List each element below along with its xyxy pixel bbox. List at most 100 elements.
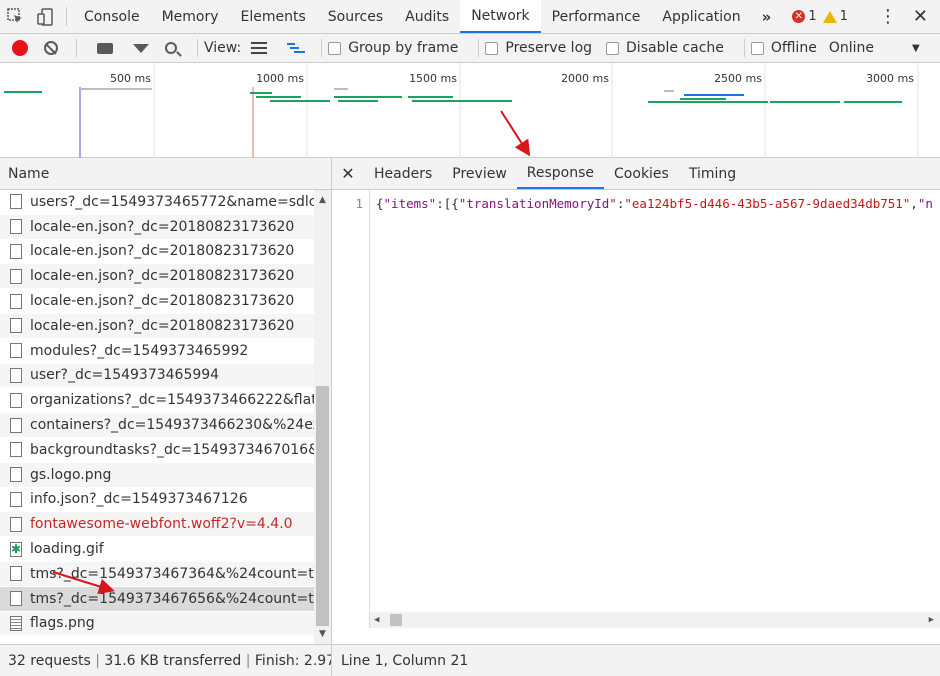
request-row[interactable]: flags.png	[0, 611, 314, 637]
request-name: fontawesome-webfont.woff2?v=4.4.0	[30, 516, 293, 533]
request-row[interactable]: locale-en.json?_dc=20180823173620	[0, 214, 314, 240]
tick-label: 1500 ms	[409, 72, 457, 85]
warning-counter[interactable]: 1	[822, 9, 848, 24]
response-line[interactable]: {"items":[{"translationMemoryId":"ea124b…	[376, 196, 940, 211]
request-row[interactable]: tms?_dc=1549373467364&%24count=true&%	[0, 561, 314, 587]
network-overview[interactable]: 500 ms 1000 ms 1500 ms 2000 ms 2500 ms 3…	[0, 63, 940, 158]
preserve-log-checkbox[interactable]: Preserve log	[485, 40, 592, 56]
disable-cache-checkbox[interactable]: Disable cache	[606, 40, 724, 56]
offline-checkbox[interactable]: Offline	[750, 40, 817, 56]
customize-menu-icon[interactable]: ⋮	[873, 6, 903, 27]
document-file-icon	[10, 392, 22, 408]
request-name: modules?_dc=1549373465992	[30, 342, 249, 359]
throttling-select[interactable]: Online ▼	[829, 40, 920, 56]
response-viewer[interactable]: 1 {"items":[{"translationMemoryId":"ea12…	[332, 190, 940, 628]
tick-label: 500 ms	[110, 72, 151, 85]
request-name: locale-en.json?_dc=20180823173620	[30, 243, 295, 260]
request-row[interactable]: locale-en.json?_dc=20180823173620	[0, 264, 314, 290]
checkbox-box[interactable]	[606, 41, 620, 55]
request-name: user?_dc=1549373465994	[30, 367, 220, 384]
detail-tab-bar: ✕ Headers Preview Response Cookies Timin…	[332, 158, 940, 190]
request-row[interactable]: organizations?_dc=1549373466222&flatten=…	[0, 388, 314, 414]
scrollbar-thumb[interactable]	[316, 386, 329, 626]
scroll-right-arrow-icon[interactable]: ▶	[929, 612, 934, 628]
request-row[interactable]: tms?_dc=1549373467656&%24count=true&%	[0, 586, 314, 612]
request-row[interactable]: modules?_dc=1549373465992	[0, 339, 314, 364]
tab-timing[interactable]: Timing	[679, 158, 746, 189]
request-name: loading.gif	[30, 541, 104, 558]
image-file-icon	[10, 615, 22, 631]
name-column-header[interactable]: Name	[0, 158, 331, 190]
inspect-element-icon[interactable]	[0, 0, 30, 33]
tab-memory[interactable]: Memory	[151, 0, 230, 33]
tab-application[interactable]: Application	[651, 0, 751, 33]
tab-sources[interactable]: Sources	[317, 0, 394, 33]
large-rows-icon[interactable]	[251, 42, 268, 54]
name-column-label: Name	[8, 165, 50, 182]
tab-console[interactable]: Console	[73, 0, 151, 33]
checkbox-box[interactable]	[485, 41, 499, 55]
tab-audits[interactable]: Audits	[394, 0, 460, 33]
request-row[interactable]: locale-en.json?_dc=20180823173620	[0, 289, 314, 314]
tabbar-right: ✕ 1 1 ⋮ ✕	[792, 0, 940, 33]
more-tabs-button[interactable]: »	[752, 0, 782, 33]
tab-elements[interactable]: Elements	[230, 0, 317, 33]
clear-icon[interactable]	[44, 41, 58, 55]
checkbox-box[interactable]	[750, 41, 764, 55]
document-file-icon	[10, 268, 22, 284]
tab-preview[interactable]: Preview	[442, 158, 517, 189]
request-row[interactable]: ✱ loading.gif	[0, 537, 314, 562]
capture-screenshots-icon[interactable]	[97, 42, 113, 54]
offline-label: Offline	[770, 40, 817, 56]
error-counter[interactable]: ✕ 1	[792, 9, 817, 24]
tab-network[interactable]: Network	[460, 0, 541, 33]
request-row[interactable]: gs.logo.png	[0, 462, 314, 488]
json-punctuation: {	[376, 196, 384, 211]
tab-cookies[interactable]: Cookies	[604, 158, 679, 189]
request-name: locale-en.json?_dc=20180823173620	[30, 317, 295, 334]
request-row[interactable]: info.json?_dc=1549373467126	[0, 488, 314, 513]
tab-response[interactable]: Response	[516, 158, 605, 189]
request-row[interactable]: locale-en.json?_dc=20180823173620	[0, 313, 314, 339]
filter-icon[interactable]	[133, 43, 149, 53]
device-toolbar-icon[interactable]	[30, 0, 60, 33]
disable-cache-label: Disable cache	[626, 40, 724, 56]
request-row[interactable]: users?_dc=1549373465772&name=sdlcommu	[0, 190, 314, 215]
json-string-value: "ea124bf5-d446-43b5-a567-9daed34db751"	[624, 196, 911, 211]
request-row[interactable]: backgroundtasks?_dc=1549373467016&page.	[0, 438, 314, 463]
document-file-icon	[10, 467, 22, 483]
group-by-frame-checkbox[interactable]: Group by frame	[328, 40, 458, 56]
network-summary: 32 requests | 31.6 KB transferred | Fini…	[0, 645, 332, 676]
record-icon[interactable]	[12, 40, 28, 56]
document-file-icon	[10, 516, 22, 532]
cursor-position: Line 1, Column 21	[341, 652, 469, 669]
tab-performance[interactable]: Performance	[541, 0, 652, 33]
document-file-icon	[10, 566, 22, 582]
toolbar-separator	[478, 39, 480, 57]
response-horizontal-scrollbar[interactable]: ◀ ▶	[370, 612, 940, 628]
tab-headers[interactable]: Headers	[364, 158, 442, 189]
request-name: users?_dc=1549373465772&name=sdlcommu	[30, 193, 314, 210]
tick-label: 1000 ms	[256, 72, 304, 85]
request-row[interactable]: locale-en.json?_dc=20180823173620	[0, 240, 314, 265]
overview-waterfall-icon[interactable]	[287, 42, 306, 54]
toolbar-separator	[76, 39, 77, 57]
scroll-left-arrow-icon[interactable]: ◀	[374, 612, 379, 628]
search-icon[interactable]	[165, 42, 177, 54]
request-list-scrollbar[interactable]: ▲ ▼	[314, 190, 331, 644]
close-icon[interactable]: ✕	[909, 6, 932, 27]
close-detail-icon[interactable]: ✕	[332, 158, 364, 189]
scrollbar-thumb[interactable]	[390, 614, 402, 626]
request-row[interactable]: user?_dc=1549373465994	[0, 363, 314, 389]
scroll-up-arrow-icon[interactable]: ▲	[314, 192, 331, 208]
document-file-icon	[10, 343, 22, 359]
scroll-down-arrow-icon[interactable]: ▼	[314, 626, 331, 642]
request-row[interactable]: fontawesome-webfont.woff2?v=4.4.0	[0, 512, 314, 538]
json-punctuation: ,	[910, 196, 918, 211]
tick-label: 3000 ms	[866, 72, 914, 85]
checkbox-box[interactable]	[328, 41, 342, 55]
json-punctuation: :[{	[436, 196, 459, 211]
request-name: locale-en.json?_dc=20180823173620	[30, 268, 295, 285]
request-row[interactable]: containers?_dc=1549373466230&%24expand.	[0, 413, 314, 438]
group-by-frame-label: Group by frame	[348, 40, 459, 56]
